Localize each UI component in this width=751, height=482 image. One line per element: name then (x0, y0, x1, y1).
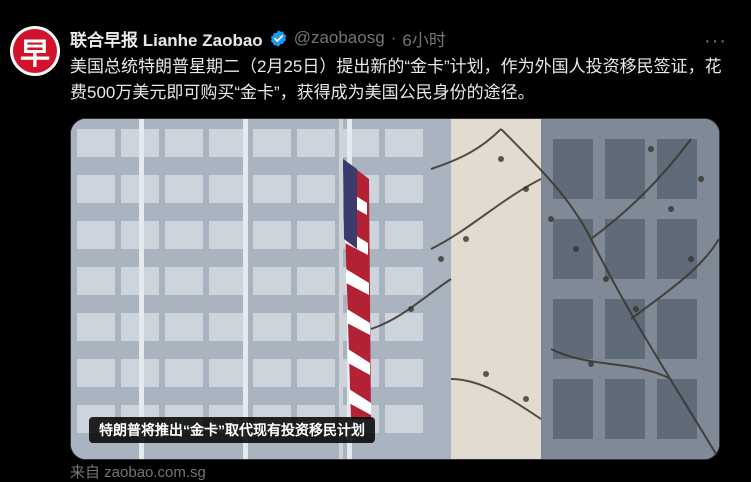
more-options-icon[interactable]: ··· (704, 30, 727, 53)
tweet-media-card[interactable]: 特朗普将推出“金卡”取代现有投资移民计划 (70, 118, 720, 460)
concrete-building (451, 119, 719, 459)
separator-dot: · (390, 28, 397, 47)
avatar[interactable]: 早 (10, 26, 60, 76)
glass-building (71, 119, 451, 459)
tweet-card[interactable]: 早 联合早报 Lianhe Zaobao @zaobaosg · 6小时 ···… (0, 0, 751, 481)
timestamp[interactable]: 6小时 (402, 26, 445, 51)
display-name[interactable]: 联合早报 Lianhe Zaobao (70, 26, 263, 51)
flag-photo (71, 119, 719, 459)
tweet-header: 联合早报 Lianhe Zaobao @zaobaosg · 6小时 (70, 26, 446, 50)
tweet-text: 美国总统特朗普星期二（2月25日）提出新的“金卡”计划，作为外国人投资移民签证，… (70, 57, 722, 102)
avatar-logo: 早 (13, 29, 57, 73)
media-caption: 特朗普将推出“金卡”取代现有投资移民计划 (89, 417, 375, 443)
flagpole (339, 119, 343, 459)
verified-badge-icon[interactable] (269, 29, 288, 48)
handle[interactable]: @zaobaosg (294, 28, 385, 48)
